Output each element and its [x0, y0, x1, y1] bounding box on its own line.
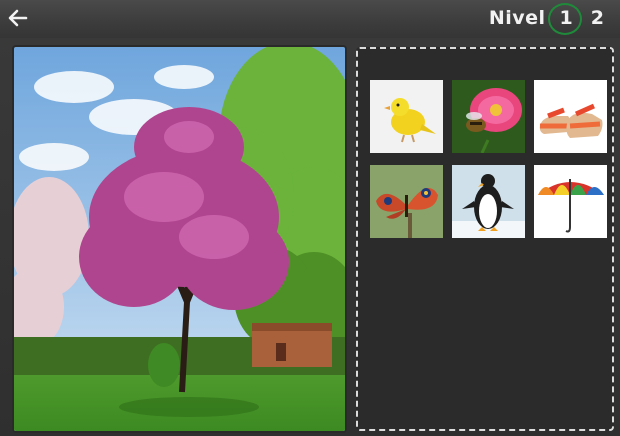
- choice-tile-butterfly[interactable]: [370, 165, 443, 238]
- scene-photo: [14, 47, 345, 431]
- choice-tile-sandals[interactable]: [534, 80, 607, 153]
- choice-tile-umbrella[interactable]: [534, 165, 607, 238]
- choice-tile-bee[interactable]: [452, 80, 525, 153]
- canary-icon: [370, 80, 443, 153]
- penguin-icon: [452, 165, 525, 238]
- butterfly-icon: [370, 165, 443, 238]
- level-selector: Nivel 1 2: [488, 3, 608, 35]
- level-label: Nivel: [488, 7, 546, 29]
- choices-panel: [356, 47, 614, 431]
- choice-tile-penguin[interactable]: [452, 165, 525, 238]
- back-arrow-icon[interactable]: [6, 6, 30, 30]
- choice-tile-canary[interactable]: [370, 80, 443, 153]
- bee-on-flower-icon: [452, 80, 525, 153]
- level-2-button[interactable]: 2: [587, 7, 608, 29]
- top-bar: Nivel 1 2: [0, 0, 620, 38]
- umbrella-icon: [534, 165, 607, 238]
- sandals-icon: [534, 80, 607, 153]
- level-1-button[interactable]: 1: [547, 3, 582, 35]
